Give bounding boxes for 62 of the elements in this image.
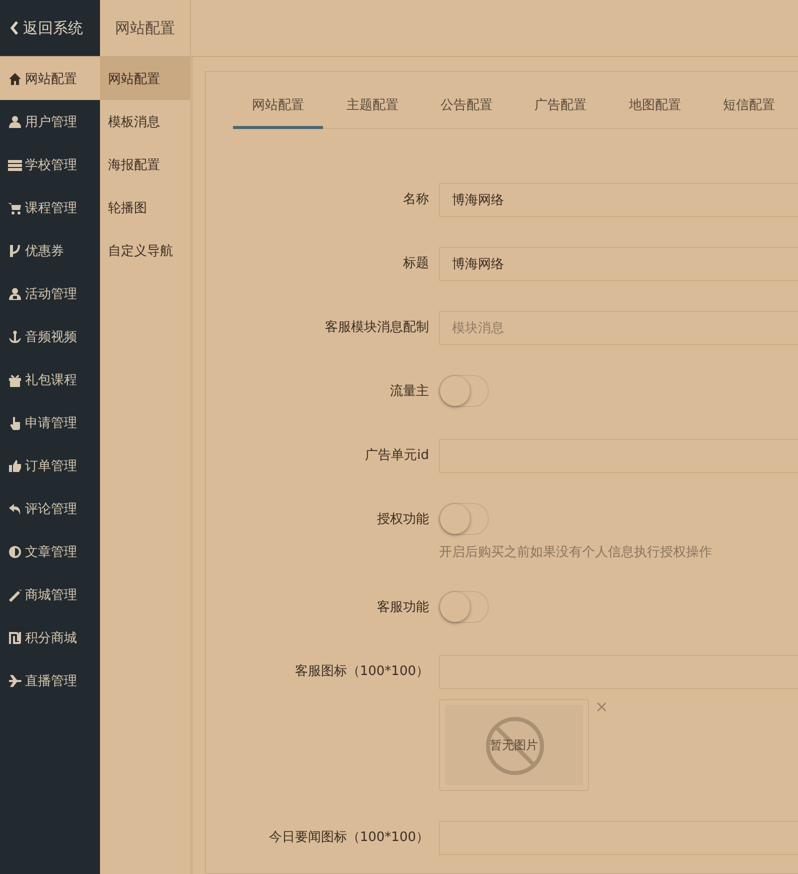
cart-icon	[8, 200, 22, 214]
toggle-switch[interactable]	[439, 591, 489, 623]
field-label: 客服模块消息配制	[324, 319, 430, 337]
sidebar-item[interactable]: 商城管理	[0, 573, 100, 616]
no-image-icon	[485, 716, 545, 776]
field-label: 客服功能	[376, 599, 430, 617]
field-label: 标题	[402, 255, 430, 273]
tab[interactable]: 广告配置	[516, 88, 606, 129]
gift-icon	[8, 372, 22, 386]
sidebar-item[interactable]: 直播管理	[0, 659, 100, 702]
user-icon	[8, 114, 22, 128]
field-label: 客服图标（100*100）	[294, 663, 430, 681]
fork-icon	[8, 244, 22, 258]
sidebar-item[interactable]: 网站配置	[0, 57, 100, 100]
page-title: 网站配置	[100, 0, 191, 56]
list-icon	[8, 158, 22, 172]
thumb-icon	[8, 458, 22, 472]
contrast-icon	[8, 544, 22, 558]
sidebar-item[interactable]: 学校管理	[0, 143, 100, 186]
group-icon	[8, 286, 22, 300]
sidebar-item[interactable]: 文章管理	[0, 530, 100, 573]
tab[interactable]: 地图配置	[610, 88, 700, 129]
tab[interactable]: 主题配置	[327, 88, 418, 129]
field-label: 广告单元id	[364, 447, 430, 465]
anchor-icon	[8, 330, 22, 344]
wand-icon	[8, 588, 22, 602]
sidebar-item[interactable]: 积分商城	[0, 616, 100, 659]
plane-icon	[8, 674, 22, 688]
toggle-switch[interactable]	[439, 375, 489, 407]
currency-icon	[8, 630, 22, 644]
submenu-item[interactable]: 轮播图	[100, 186, 190, 229]
field-label: 名称	[402, 191, 430, 209]
sidebar-item[interactable]: 申请管理	[0, 401, 100, 444]
sidebar-item[interactable]: 订单管理	[0, 444, 100, 487]
sidebar-item[interactable]: 用户管理	[0, 100, 100, 143]
tab[interactable]: 短信配置	[704, 88, 794, 129]
tab[interactable]: 网站配置	[233, 88, 324, 129]
field-label: 今日要闻图标（100*100）	[268, 829, 430, 847]
submenu-item[interactable]: 网站配置	[100, 57, 190, 100]
home-icon	[8, 72, 22, 86]
submenu-item[interactable]: 海报配置	[100, 143, 190, 186]
sidebar-item[interactable]: 评论管理	[0, 487, 100, 530]
reply-icon	[8, 502, 22, 516]
input-field[interactable]: 博海网络	[439, 183, 798, 217]
chevron-left-icon	[10, 21, 19, 35]
help-text: 开启后购买之前如果没有个人信息执行授权操作	[439, 544, 713, 561]
hand-icon	[8, 416, 22, 430]
field-label: 流量主	[389, 383, 430, 401]
toggle-switch[interactable]	[439, 503, 489, 535]
sidebar-item[interactable]: 课程管理	[0, 186, 100, 229]
field-label: 授权功能	[376, 511, 430, 529]
submenu-item[interactable]: 模板消息	[100, 100, 190, 143]
sidebar-item[interactable]: 礼包课程	[0, 358, 100, 401]
back-button[interactable]: 返回系统	[0, 0, 100, 56]
submenu-item[interactable]: 自定义导航	[100, 229, 190, 272]
tab[interactable]: 公告配置	[421, 88, 512, 129]
input-field[interactable]: 模块消息	[439, 311, 798, 345]
sidebar-item[interactable]: 优惠券	[0, 229, 100, 272]
sidebar-item[interactable]: 活动管理	[0, 272, 100, 315]
sidebar-item[interactable]: 音频视频	[0, 315, 100, 358]
no-image-text: 暂无图片	[490, 736, 538, 754]
input-field[interactable]: 博海网络	[439, 247, 798, 281]
